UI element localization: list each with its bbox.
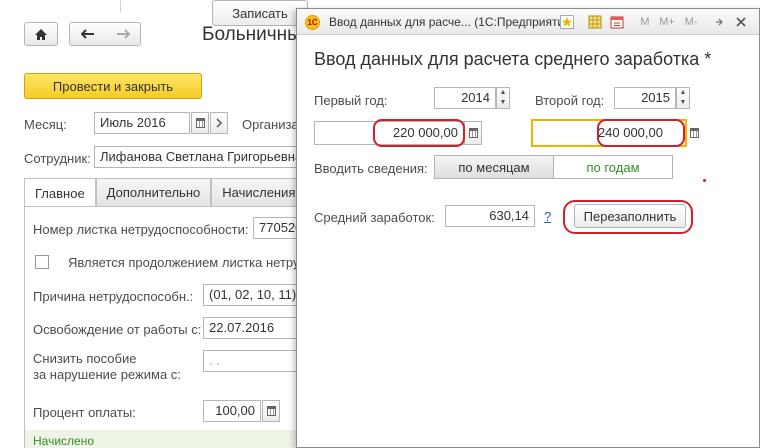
reason-field[interactable]: (01, 02, 10, 11) [203, 284, 303, 306]
close-icon[interactable] [733, 14, 749, 30]
first-year-field[interactable]: 2014 [434, 87, 496, 109]
first-amount-calculator-button[interactable] [464, 121, 482, 145]
percent-calculator-button[interactable] [262, 400, 280, 422]
window-caption: Ввод данных для расче... (1С:Предприятие… [329, 15, 575, 29]
avg-earnings-dialog: 1С Ввод данных для расче... (1С:Предприя… [296, 8, 760, 448]
spin-down-icon[interactable]: ▼ [497, 98, 509, 108]
forward-arrow-icon[interactable] [105, 29, 140, 39]
home-icon [35, 28, 47, 40]
release-date-field[interactable]: 22.07.2016 [203, 317, 303, 339]
reduce-benefit-label: Снизить пособие [33, 351, 137, 366]
divider [120, 0, 121, 12]
employee-label: Сотрудник: [24, 151, 91, 166]
second-year-spinner[interactable]: ▲ ▼ [676, 87, 690, 109]
first-year-spinner[interactable]: ▲ ▼ [496, 87, 510, 109]
tab-main[interactable]: Главное [24, 178, 96, 207]
month-field[interactable]: Июль 2016 [94, 112, 190, 134]
save-button[interactable]: Записать [212, 0, 308, 26]
back-arrow-icon[interactable] [70, 29, 105, 39]
1c-logo-icon: 1С [305, 15, 320, 30]
annotation-oval [373, 119, 465, 147]
sick-number-label: Номер листка нетрудоспособности: [33, 222, 249, 237]
month-select-button[interactable] [210, 112, 228, 134]
dialog-titlebar: 1С Ввод данных для расче... (1С:Предприя… [297, 9, 759, 35]
help-link[interactable]: ? [544, 209, 551, 224]
reason-label: Причина нетрудоспособн.: [33, 289, 194, 304]
annotation-oval [597, 119, 685, 147]
calendar-icon [195, 118, 205, 128]
avg-earnings-field: 630,14 [445, 205, 535, 227]
spreadsheet-icon[interactable] [587, 14, 603, 30]
tab-accruals[interactable]: Начисления [211, 178, 307, 206]
calendar-icon[interactable] [609, 14, 625, 30]
calculator-icon [468, 128, 478, 138]
tab-additional[interactable]: Дополнительно [95, 178, 212, 206]
reduce-date-field[interactable]: . . [203, 350, 303, 372]
history-nav [69, 22, 141, 46]
second-year-field[interactable]: 2015 [614, 87, 676, 109]
input-mode-label: Вводить сведения: [314, 161, 428, 176]
second-year-label: Второй год: [535, 93, 605, 108]
first-year-label: Первый год: [314, 93, 388, 108]
second-amount-calculator-button[interactable] [685, 121, 703, 145]
spin-up-icon[interactable]: ▲ [677, 88, 689, 98]
annotation-dot [703, 179, 706, 182]
annotation-oval [563, 200, 693, 234]
favorite-star-icon[interactable] [559, 14, 575, 30]
release-label: Освобождение от работы с: [33, 322, 202, 337]
chevron-right-icon [216, 118, 223, 128]
memory-m-button[interactable]: M [637, 14, 653, 30]
more-icon[interactable] [711, 14, 727, 30]
memory-minus-button[interactable]: M- [681, 14, 701, 30]
month-calendar-button[interactable] [191, 112, 209, 134]
continuation-label: Является продолжением листка нетру [68, 255, 300, 270]
continuation-checkbox[interactable] [35, 255, 49, 269]
calculator-icon [266, 406, 276, 416]
mode-by-month-button[interactable]: по месяцам [434, 155, 554, 179]
dialog-heading: Ввод данных для расчета среднего заработ… [314, 49, 712, 69]
employee-field[interactable]: Лифанова Светлана Григорьевна [94, 146, 304, 168]
post-and-close-button[interactable]: Провести и закрыть [24, 73, 202, 99]
spin-down-icon[interactable]: ▼ [677, 98, 689, 108]
organization-label: Организа [242, 117, 299, 132]
avg-earnings-label: Средний заработок: [314, 210, 435, 225]
month-label: Месяц: [24, 117, 67, 132]
reduce-benefit-label-2: за нарушение режима с: [33, 367, 181, 382]
calculator-icon [689, 128, 699, 138]
tab-bar: Главное Дополнительно Начисления [24, 178, 307, 207]
mode-by-year-button[interactable]: по годам [553, 155, 673, 179]
home-button[interactable] [24, 22, 58, 46]
spin-up-icon[interactable]: ▲ [497, 88, 509, 98]
percent-field[interactable]: 100,00 [203, 400, 261, 422]
percent-label: Процент оплаты: [33, 405, 136, 420]
memory-plus-button[interactable]: M+ [657, 14, 677, 30]
accrued-label: Начислено [33, 434, 95, 448]
page-title: Больничный [202, 24, 312, 45]
